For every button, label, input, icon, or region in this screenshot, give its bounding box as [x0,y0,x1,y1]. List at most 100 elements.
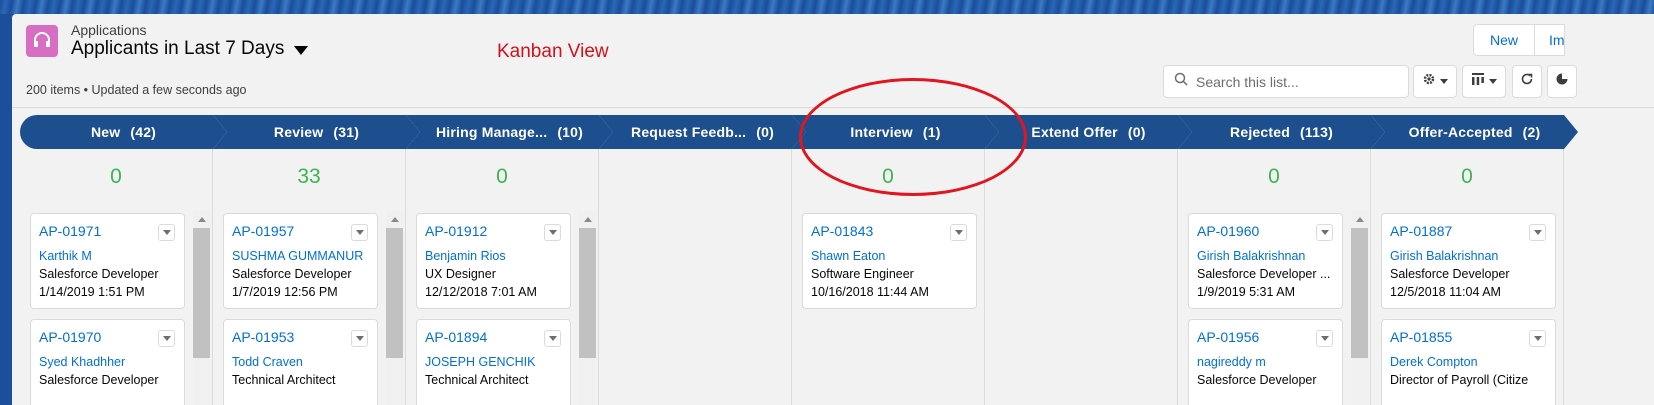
list-view-selector[interactable]: Applicants in Last 7 Days [71,38,309,60]
record-id-link[interactable]: AP-01912 [425,223,562,239]
kanban-card[interactable]: AP-01960 Girish Balakrishnan Salesforce … [1188,213,1343,309]
card-menu-button[interactable] [351,330,368,347]
record-id-link[interactable]: AP-01855 [1390,329,1547,345]
scroll-thumb[interactable] [193,228,210,358]
record-id-link[interactable]: AP-01960 [1197,223,1334,239]
applicant-name-link[interactable]: JOSEPH GENCHIK [425,355,562,369]
kanban-column-hiring-manager: 0 AP-01912 Benjamin Rios UX Designer 12/… [406,149,599,405]
refresh-button[interactable] [1512,65,1542,98]
caret-down-icon [355,336,364,341]
applicant-name-link[interactable]: Todd Craven [232,355,369,369]
list-view-frame: Applications Applicants in Last 7 Days K… [12,14,1654,405]
scroll-thumb[interactable] [1351,228,1368,358]
stage-rejected[interactable]: Rejected (113) [1178,115,1385,149]
record-id-link[interactable]: AP-01956 [1197,329,1334,345]
stage-count: (0) [756,124,774,140]
import-button[interactable]: Im [1535,24,1566,56]
kanban-column-request-feedback [599,149,792,405]
stage-new[interactable]: New (42) [20,115,227,149]
position-text: Salesforce Developer ... [1197,267,1331,281]
card-menu-button[interactable] [158,224,175,241]
card-menu-button[interactable] [158,330,175,347]
applicant-name-link[interactable]: nagireddy m [1197,355,1334,369]
column-scrollbar[interactable] [193,211,210,405]
record-id-link[interactable]: AP-01971 [39,223,176,239]
stage-label: New [90,124,121,140]
record-id-link[interactable]: AP-01953 [232,329,369,345]
search-input[interactable] [1196,73,1396,90]
applicant-name-link[interactable]: Girish Balakrishnan [1390,249,1547,263]
scroll-thumb[interactable] [386,228,403,358]
stage-path: New (42) Review (31) Hiring Manage... (1… [20,115,1654,149]
object-label: Applications [71,22,147,38]
position-text: Salesforce Developer [1197,373,1317,387]
settings-menu-button[interactable] [1413,65,1457,98]
kanban-card[interactable]: AP-01971 Karthik M Salesforce Developer … [30,213,185,309]
stage-request-feedback[interactable]: Request Feedb... (0) [599,115,806,149]
chart-icon [1555,72,1569,91]
scroll-up-icon[interactable] [197,217,206,222]
caret-down-icon [548,230,557,235]
caret-down-icon[interactable] [294,46,309,55]
kanban-card[interactable]: AP-01843 Shawn Eaton Software Engineer 1… [802,213,977,309]
record-id-link[interactable]: AP-01843 [811,223,968,239]
date-text: 12/12/2018 7:01 AM [425,285,537,299]
stage-label: Interview [850,124,913,140]
kanban-card[interactable]: AP-01887 Girish Balakrishnan Salesforce … [1381,213,1556,309]
scroll-thumb[interactable] [579,228,596,358]
kanban-card[interactable]: AP-01956 nagireddy m Salesforce Develope… [1188,319,1343,405]
applicant-name-link[interactable]: SUSHMA GUMMANUR [232,249,369,263]
stage-hiring-manager[interactable]: Hiring Manage... (10) [406,115,613,149]
card-menu-button[interactable] [1529,330,1546,347]
gear-icon [1422,72,1436,91]
scroll-up-icon[interactable] [1355,217,1364,222]
kanban-card[interactable]: AP-01953 Todd Craven Technical Architect [223,319,378,405]
stage-offer-accepted[interactable]: Offer-Accepted (2) [1371,115,1578,149]
card-menu-button[interactable] [1316,224,1333,241]
chart-button[interactable] [1547,65,1577,98]
record-id-link[interactable]: AP-01957 [232,223,369,239]
column-scrollbar[interactable] [579,211,596,405]
card-menu-button[interactable] [351,224,368,241]
stage-label: Offer-Accepted [1408,124,1513,140]
caret-down-icon [954,230,963,235]
display-as-button[interactable] [1462,65,1506,98]
date-text: 1/7/2019 12:56 PM [232,285,338,299]
caret-down-icon [1533,336,1542,341]
applicant-name-link[interactable]: Shawn Eaton [811,249,968,263]
applicant-name-link[interactable]: Syed Khadhher [39,355,176,369]
stage-count: (0) [1127,124,1146,140]
position-text: UX Designer [425,267,496,281]
column-scrollbar[interactable] [386,211,403,405]
column-view-icon [1471,72,1485,91]
record-id-link[interactable]: AP-01887 [1390,223,1547,239]
kanban-column-interview: 0 AP-01843 Shawn Eaton Software Engineer… [792,149,985,405]
search-box[interactable] [1163,65,1409,98]
card-menu-button[interactable] [1529,224,1546,241]
card-menu-button[interactable] [544,330,561,347]
kanban-card[interactable]: AP-01957 SUSHMA GUMMANUR Salesforce Deve… [223,213,378,309]
applicant-name-link[interactable]: Girish Balakrishnan [1197,249,1334,263]
stage-extend-offer[interactable]: Extend Offer (0) [985,115,1192,149]
action-buttons: New Im [1473,24,1566,56]
stage-interview[interactable]: Interview (1) [792,115,999,149]
stage-review[interactable]: Review (31) [213,115,420,149]
column-scrollbar[interactable] [1351,211,1368,405]
column-total: 0 [110,165,122,188]
kanban-card[interactable]: AP-01894 JOSEPH GENCHIK Technical Archit… [416,319,571,405]
card-menu-button[interactable] [544,224,561,241]
applicant-name-link[interactable]: Karthik M [39,249,176,263]
record-id-link[interactable]: AP-01970 [39,329,176,345]
scroll-up-icon[interactable] [390,217,399,222]
kanban-card[interactable]: AP-01970 Syed Khadhher Salesforce Develo… [30,319,185,405]
card-menu-button[interactable] [950,224,967,241]
record-id-link[interactable]: AP-01894 [425,329,562,345]
kanban-card[interactable]: AP-01912 Benjamin Rios UX Designer 12/12… [416,213,571,309]
card-menu-button[interactable] [1316,330,1333,347]
kanban-card[interactable]: AP-01855 Derek Compton Director of Payro… [1381,319,1556,405]
applicant-name-link[interactable]: Derek Compton [1390,355,1547,369]
kanban-column-extend-offer [985,149,1178,405]
new-button[interactable]: New [1473,24,1536,56]
applicant-name-link[interactable]: Benjamin Rios [425,249,562,263]
scroll-up-icon[interactable] [583,217,592,222]
